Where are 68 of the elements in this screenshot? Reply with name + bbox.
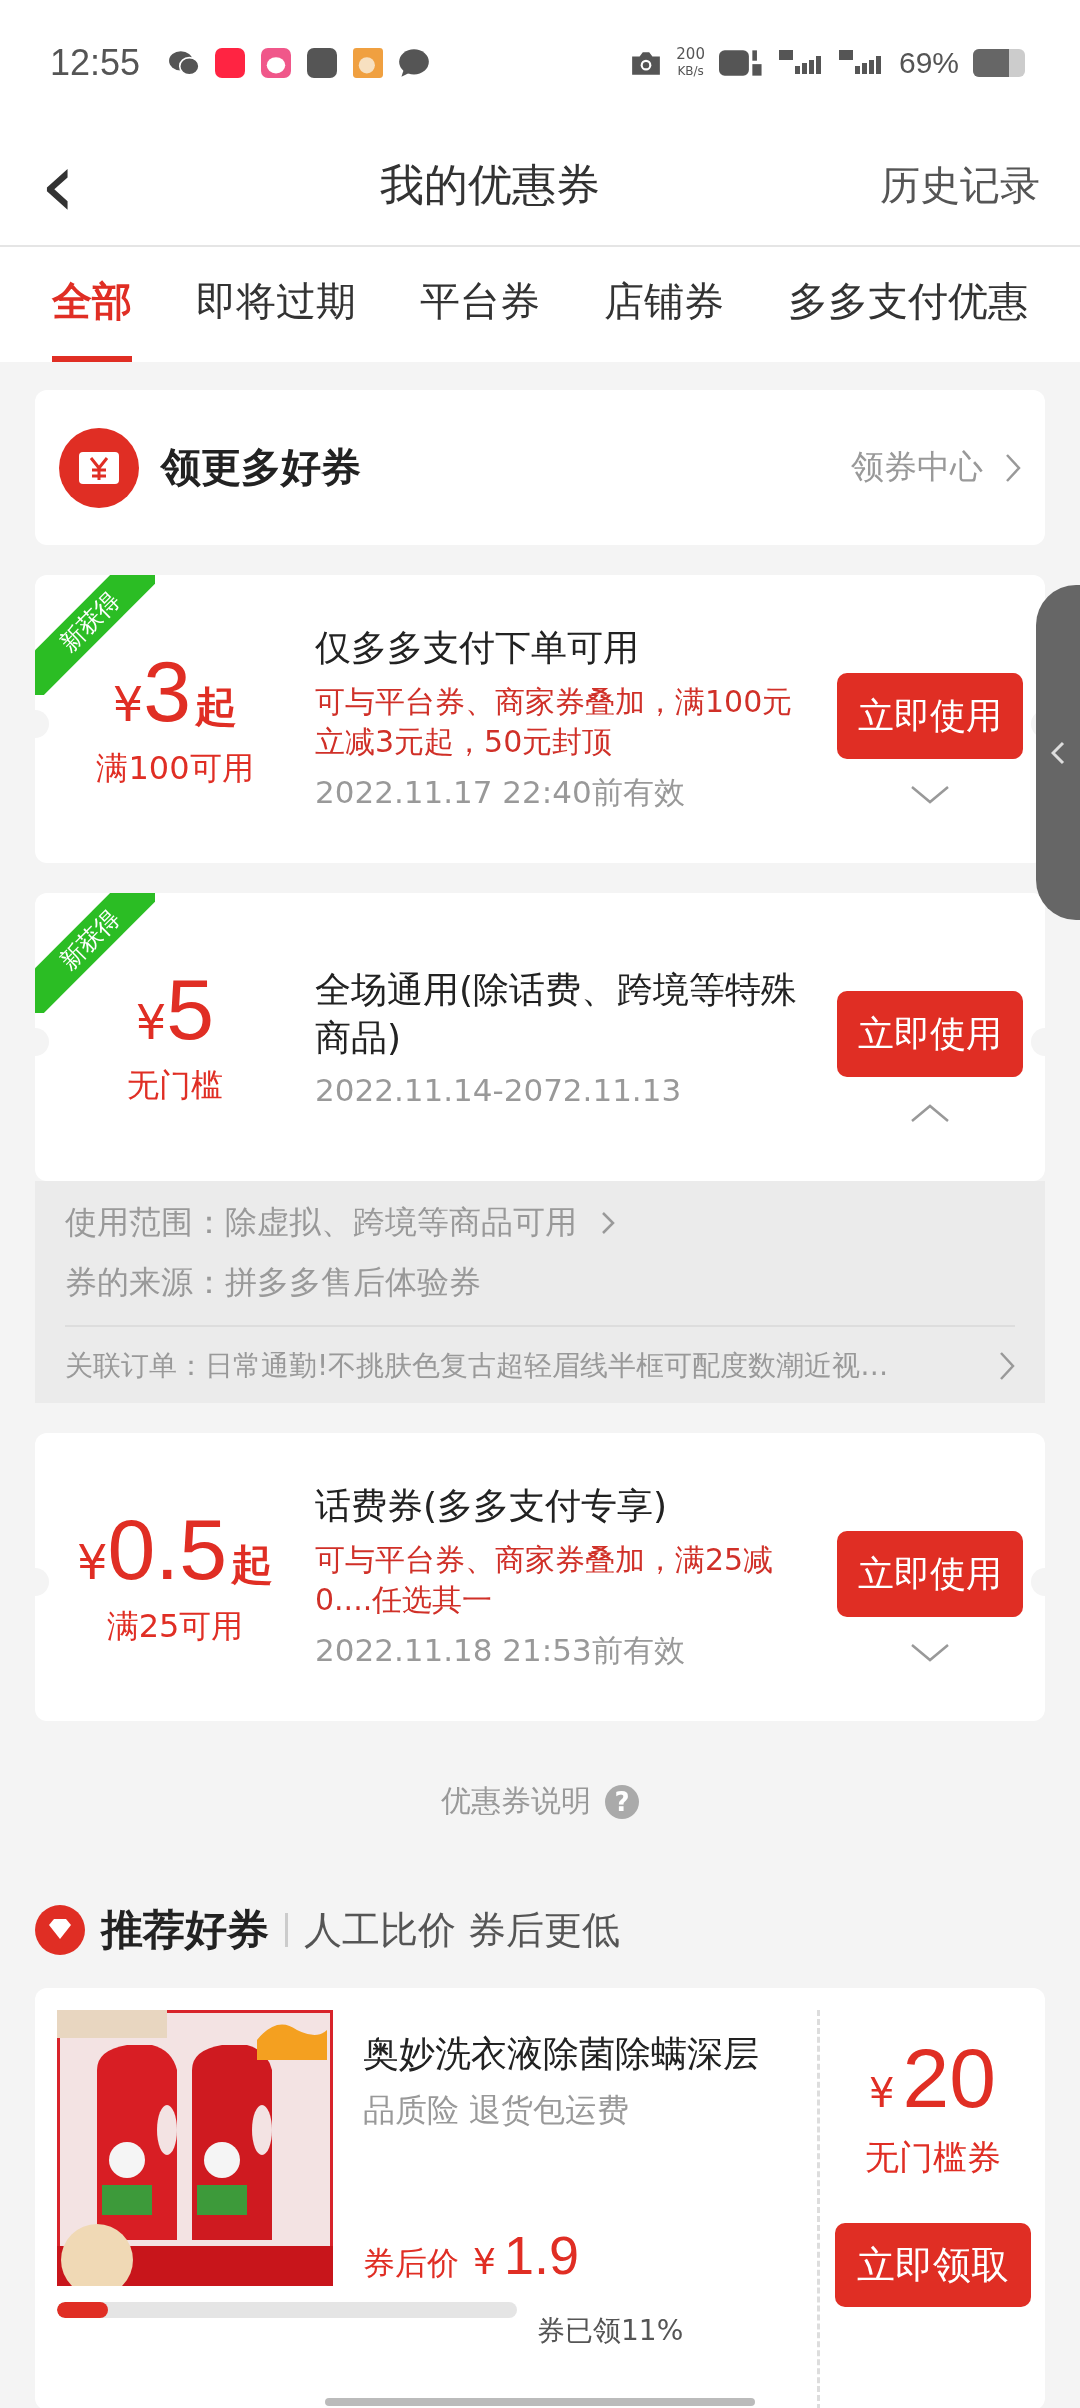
app-icon (260, 47, 293, 78)
tab[interactable]: 全部 (52, 247, 132, 362)
chevron-right-icon (999, 1351, 1015, 1381)
app-icon (214, 47, 247, 78)
more-coupons-label: 领更多好券 (161, 443, 361, 492)
coupon-center-link[interactable]: 领券中心 (851, 445, 983, 490)
tab[interactable]: 店铺券 (604, 247, 724, 362)
tab[interactable]: 多多支付优惠 (788, 247, 1028, 362)
amount-suffix: 起 (195, 680, 238, 733)
hd-icon (718, 47, 765, 78)
amount-suffix: 起 (231, 1538, 274, 1591)
expand-toggle-icon[interactable] (910, 1103, 950, 1123)
tab[interactable]: 平台券 (420, 247, 540, 362)
coupon-help-link[interactable]: 优惠券说明 (441, 1781, 591, 1822)
speed-unit: KB/s (677, 62, 704, 80)
section-title: 推荐好券 (101, 1904, 269, 1956)
coupon-validity: 2022.11.18 21:53前有效 (315, 1631, 686, 1670)
currency-sign: ¥ (76, 1533, 108, 1590)
more-coupons-card[interactable]: 领更多好券 领券中心 (35, 390, 1045, 545)
section-subtitle: 人工比价 券后更低 (304, 1906, 621, 1954)
coupon-validity: 2022.11.14-2072.11.13 (315, 1072, 683, 1108)
expand-toggle-icon[interactable] (910, 1643, 950, 1663)
battery-icon (973, 48, 1025, 77)
related-order-text[interactable]: 关联订单：日常通勤!不挑肤色复古超轻眉线半框可配度数潮近视… (65, 1347, 889, 1385)
coupon-title: 仅多多支付下单可用 (315, 626, 640, 670)
history-link[interactable]: 历史记录 (880, 157, 1040, 213)
help-icon[interactable]: ? (605, 1784, 639, 1819)
battery-percent: 69% (898, 45, 959, 80)
coupon-title: 话费券(多多支付专享) (315, 1484, 669, 1528)
use-now-button[interactable]: 立即使用 (837, 991, 1023, 1077)
tab[interactable]: 即将过期 (196, 247, 356, 362)
product-name: 奥妙洗衣液除菌除螨深层 (363, 2032, 760, 2076)
use-now-button[interactable]: 立即使用 (837, 1531, 1023, 1617)
coupon-type: 无门槛券 (864, 2136, 1001, 2179)
use-now-button[interactable]: 立即使用 (837, 673, 1023, 759)
app-icon (306, 47, 339, 78)
detail-text: 使用范围：除虚拟、跨境等商品可用 (65, 1202, 577, 1243)
product-tags: 品质险 退货包运费 (363, 2089, 797, 2133)
price-label: 券后价 (363, 2243, 459, 2284)
expand-toggle-icon[interactable] (910, 785, 950, 805)
coupon-condition: 满100可用 (96, 747, 254, 789)
price-value: 1.9 (503, 2224, 579, 2286)
coupon-amount: 5 (166, 966, 215, 1052)
coupon-amount: 0.5 (107, 1505, 228, 1592)
page-title: 我的优惠券 (380, 157, 600, 212)
product-card[interactable]: 奥妙洗衣液除菌除螨深层 品质险 退货包运费 券后价 ¥1.9 券已领11% ¥20 无门槛券 立即领取 (35, 1988, 1045, 2408)
coupon-value: 20 (902, 2030, 996, 2127)
coupon-currency: ¥ (869, 2070, 895, 2116)
app-icon (352, 47, 385, 78)
status-time: 12:55 (50, 41, 141, 84)
side-handle[interactable] (1036, 585, 1080, 920)
coupon-condition: 无门槛 (127, 1065, 223, 1106)
back-button[interactable]: ‹ (40, 140, 100, 230)
chevron-left-icon (1051, 740, 1065, 765)
price-currency: ¥ (473, 2241, 496, 2282)
coupon-title: 全场通用(除话费、跨境等特殊商品) (315, 968, 799, 1060)
coupon-description: 可与平台券、商家券叠加，满25减0....任选其一 (315, 1541, 775, 1619)
coupon-description: 可与平台券、商家券叠加，满100元立减3元起，50元封顶 (315, 683, 794, 761)
claimed-text: 券已领11% (537, 2313, 684, 2349)
claim-button[interactable]: 立即领取 (834, 2223, 1031, 2307)
coupon-condition: 满25可用 (106, 1605, 244, 1647)
message-icon (398, 47, 431, 78)
detail-text: 券的来源：拼多多售后体验券 (65, 1262, 481, 1303)
chevron-right-icon (601, 1211, 615, 1235)
chevron-right-icon (1005, 452, 1021, 483)
coupon-validity: 2022.11.17 22:40前有效 (315, 773, 686, 812)
network-speed: 200 (676, 45, 705, 63)
coupon-icon (59, 427, 139, 508)
